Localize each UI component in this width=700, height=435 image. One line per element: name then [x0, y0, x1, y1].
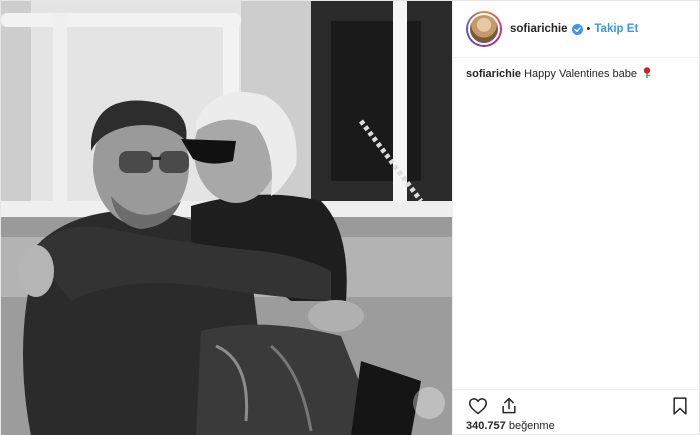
story-ring[interactable]	[466, 11, 502, 47]
avatar[interactable]	[468, 13, 500, 45]
post-caption: sofiarichie Happy Valentines babe	[466, 67, 691, 81]
caption-username[interactable]: sofiarichie	[466, 68, 521, 80]
bookmark-icon[interactable]	[670, 396, 690, 416]
likes-number: 340.757	[466, 420, 506, 432]
instagram-post: sofiarichie • Takip Et sofiarichie Happy…	[0, 0, 700, 435]
verified-badge-icon	[571, 23, 583, 35]
heart-icon[interactable]	[468, 396, 488, 416]
rose-icon	[643, 67, 651, 78]
username-link[interactable]: sofiarichie	[510, 23, 568, 35]
likes-label: beğenme	[508, 420, 555, 432]
share-icon[interactable]	[499, 396, 519, 416]
separator-dot: •	[586, 23, 591, 35]
likes-count[interactable]: 340.757 beğenme	[466, 420, 555, 432]
caption-text: Happy Valentines babe	[524, 68, 638, 80]
post-sidebar: sofiarichie • Takip Et sofiarichie Happy…	[452, 1, 700, 435]
photo-illustration	[1, 1, 452, 435]
post-photo[interactable]	[1, 1, 452, 435]
follow-button[interactable]: Takip Et	[594, 23, 638, 35]
post-header: sofiarichie • Takip Et	[453, 1, 700, 58]
post-actions: 340.757 beğenme	[453, 389, 700, 435]
